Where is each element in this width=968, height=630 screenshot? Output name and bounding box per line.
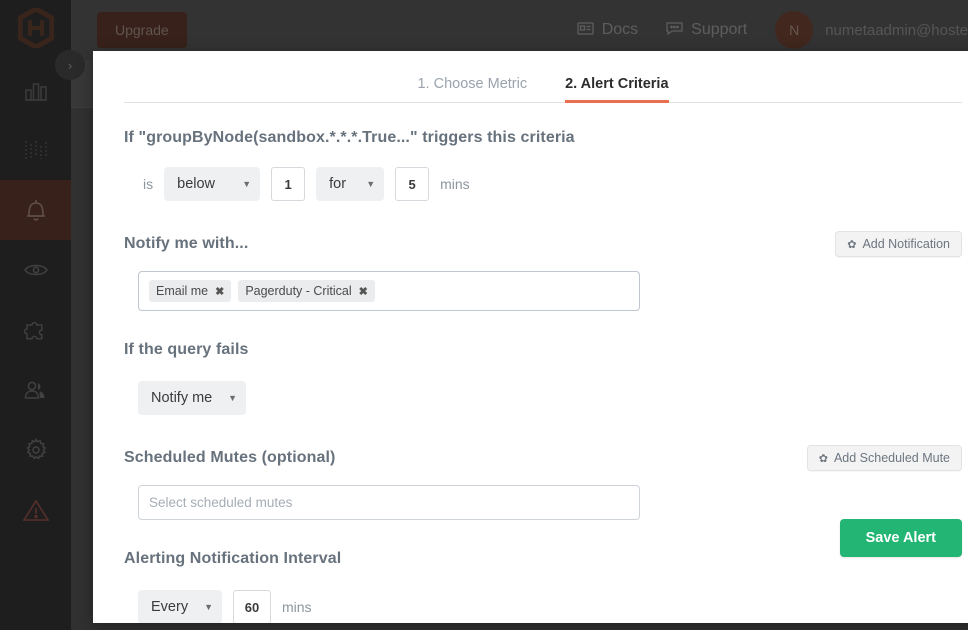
notification-tag[interactable]: Email me ✖ <box>149 280 232 302</box>
save-alert-button[interactable]: Save Alert <box>839 519 962 557</box>
comparator-value: below <box>177 176 216 192</box>
duration-input[interactable]: 5 <box>395 167 430 201</box>
query-fails-heading: If the query fails <box>124 341 249 358</box>
modal-body: If "groupByNode(sandbox.*.*.*.True..." t… <box>93 103 968 623</box>
remove-tag-icon[interactable]: ✖ <box>359 285 368 298</box>
notify-header-row: Notify me with... ✿ Add Notification <box>124 231 962 257</box>
modal-tabs: 1. Choose Metric 2. Alert Criteria <box>124 51 962 103</box>
interval-heading: Alerting Notification Interval <box>124 550 342 567</box>
gear-icon: ✿ <box>818 452 828 465</box>
notification-tag[interactable]: Pagerduty - Critical ✖ <box>238 280 375 302</box>
alert-criteria-modal: × 1. Choose Metric 2. Alert Criteria If … <box>93 51 968 623</box>
tab-alert-criteria[interactable]: 2. Alert Criteria <box>565 76 669 103</box>
scheduled-mutes-heading: Scheduled Mutes (optional) <box>124 449 336 466</box>
remove-tag-icon[interactable]: ✖ <box>215 285 224 298</box>
interval-frequency-value: Every <box>151 599 189 615</box>
threshold-input[interactable]: 1 <box>271 167 306 201</box>
add-notification-button[interactable]: ✿ Add Notification <box>835 231 962 257</box>
gear-icon: ✿ <box>847 238 857 251</box>
save-row: Save Alert <box>839 519 962 557</box>
criteria-mins-label: mins <box>440 176 470 192</box>
query-fails-value: Notify me <box>151 390 213 406</box>
is-label: is <box>143 176 154 192</box>
query-fails-select[interactable]: Notify me ▼ <box>138 381 246 415</box>
for-select[interactable]: for ▼ <box>316 167 385 201</box>
query-fails-row: Notify me ▼ <box>138 381 962 415</box>
scheduled-mutes-header-row: Scheduled Mutes (optional) ✿ Add Schedul… <box>124 445 962 471</box>
comparator-select[interactable]: below ▼ <box>164 167 261 201</box>
criteria-row: is below ▼ 1 for ▼ 5 mins <box>124 167 962 201</box>
chevron-down-icon: ▼ <box>242 179 252 189</box>
chevron-down-icon: ▼ <box>366 179 376 189</box>
add-scheduled-mute-button[interactable]: ✿ Add Scheduled Mute <box>806 445 962 471</box>
add-notification-label: Add Notification <box>862 237 950 251</box>
for-value: for <box>329 176 347 192</box>
add-scheduled-mute-label: Add Scheduled Mute <box>833 451 950 465</box>
notify-heading: Notify me with... <box>124 235 249 252</box>
scheduled-mutes-placeholder: Select scheduled mutes <box>149 495 293 510</box>
tag-label: Pagerduty - Critical <box>245 284 352 298</box>
chevron-down-icon: ▼ <box>204 602 213 612</box>
chevron-down-icon: ▼ <box>228 393 237 403</box>
interval-mins-label: mins <box>282 599 312 615</box>
interval-row: Every ▼ 60 mins <box>138 590 962 623</box>
criteria-heading: If "groupByNode(sandbox.*.*.*.True..." t… <box>124 129 575 146</box>
notification-tag-field[interactable]: Email me ✖ Pagerduty - Critical ✖ <box>138 271 640 311</box>
tag-label: Email me <box>156 284 209 298</box>
interval-frequency-select[interactable]: Every ▼ <box>138 590 222 623</box>
tab-choose-metric[interactable]: 1. Choose Metric <box>417 76 527 102</box>
app-root: Upgrade Docs Support N numetaadmin@hoste… <box>0 0 968 630</box>
interval-minutes-input[interactable]: 60 <box>233 590 271 623</box>
scheduled-mutes-input[interactable]: Select scheduled mutes <box>138 485 640 520</box>
